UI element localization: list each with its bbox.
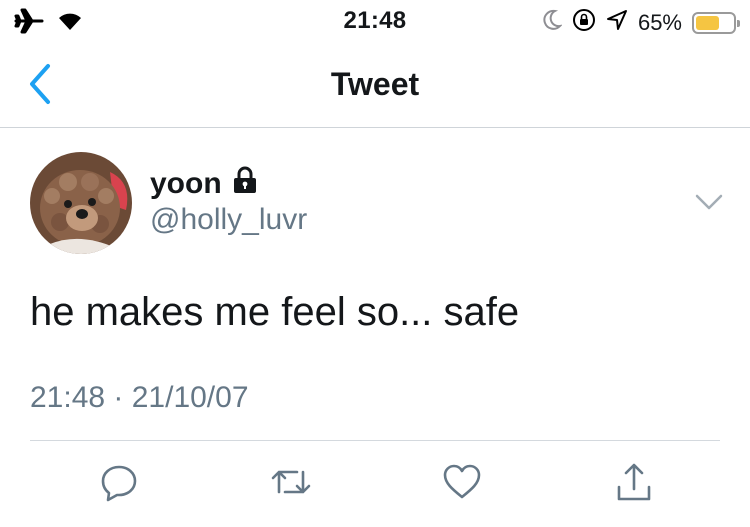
status-right: 65% (542, 8, 740, 37)
share-button[interactable] (612, 462, 656, 506)
moon-icon (542, 9, 563, 36)
orientation-lock-icon (572, 8, 596, 37)
battery-percent: 65% (637, 9, 682, 35)
lock-icon (232, 166, 258, 202)
tweet-timestamp[interactable]: 21:48 · 21/10/07 (30, 381, 249, 415)
share-icon (614, 461, 654, 508)
username-handle[interactable]: @holly_luvr (150, 203, 307, 237)
status-bar: 21:48 65% (0, 0, 750, 42)
tweet-text: he makes me feel so... safe (30, 290, 520, 334)
chevron-down-icon (693, 194, 725, 218)
avatar[interactable] (30, 152, 132, 254)
display-name[interactable]: yoon (150, 166, 258, 202)
nav-bar: Tweet (0, 42, 750, 128)
location-arrow-icon (606, 9, 628, 36)
divider (30, 440, 720, 441)
display-name-text: yoon (150, 167, 222, 200)
battery-level-fill (696, 15, 719, 30)
reply-icon (99, 462, 139, 507)
page-title: Tweet (330, 66, 420, 102)
heart-icon (442, 463, 482, 506)
tweet-menu-button[interactable] (693, 190, 725, 214)
battery-icon (692, 11, 740, 34)
retweet-icon (269, 462, 313, 507)
battery-nub (737, 19, 740, 27)
like-button[interactable] (440, 462, 484, 506)
retweet-button[interactable] (269, 462, 313, 506)
reply-button[interactable] (97, 462, 141, 506)
